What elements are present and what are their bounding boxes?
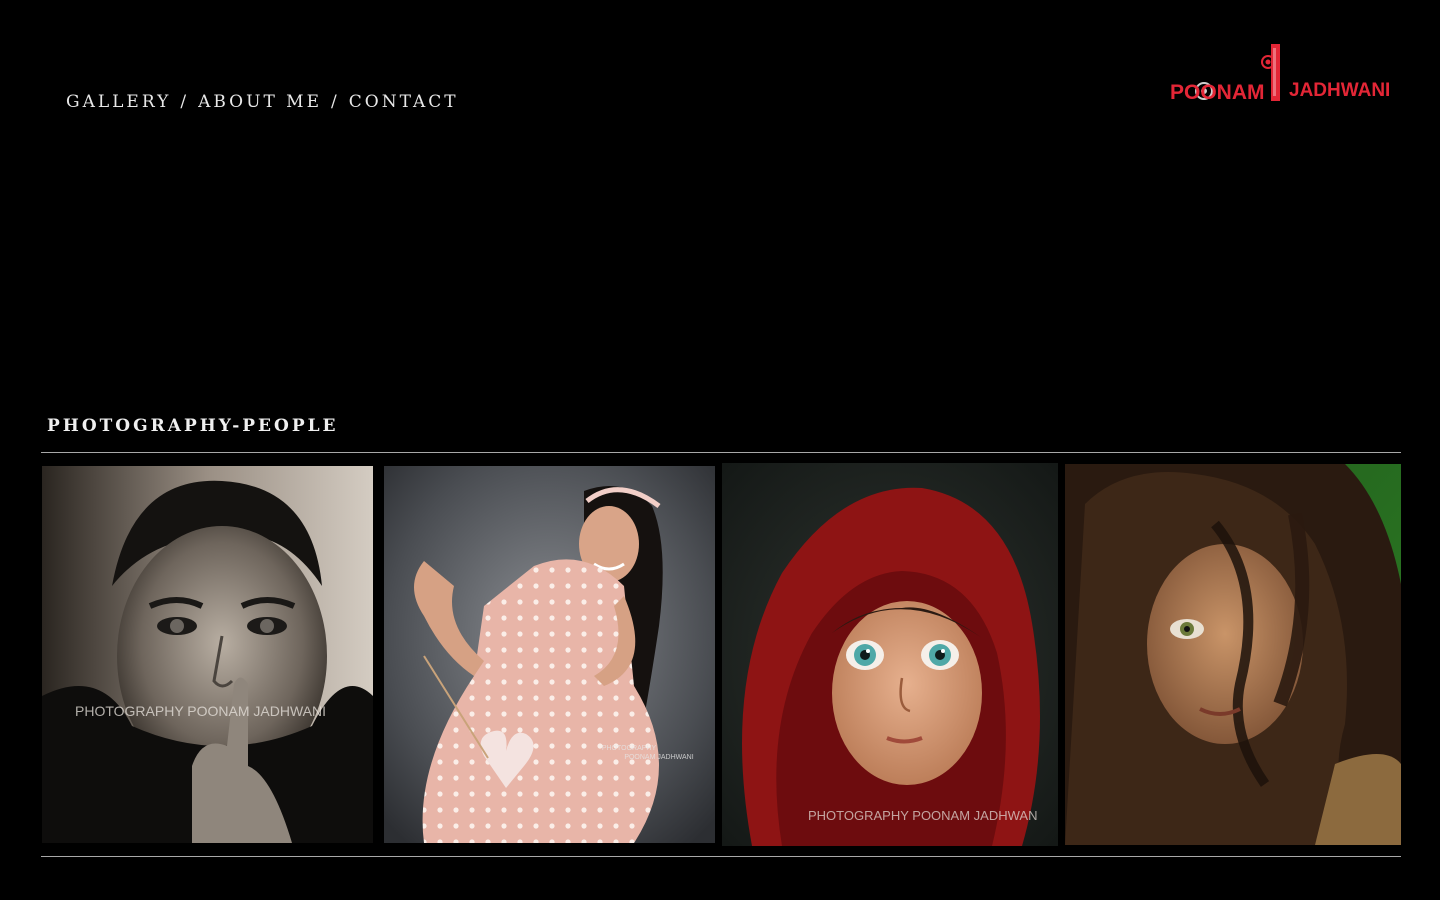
bottom-divider (41, 856, 1401, 857)
gallery-photo-3[interactable]: PHOTOGRAPHY POONAM JADHWAN (722, 463, 1058, 846)
logo-text-left: POONAM (1170, 81, 1265, 104)
watermark-1: PHOTOGRAPHY POONAM JADHWANI (75, 703, 326, 719)
gallery-photo-4[interactable] (1065, 464, 1401, 845)
watermark-2-line1: PHOTOGRAPHY (602, 745, 657, 752)
section-title: PHOTOGRAPHY-PEOPLE (47, 416, 339, 436)
logo-text-right: JADHWANI (1289, 80, 1390, 101)
nav-about-link[interactable]: ABOUT ME (198, 92, 322, 112)
nav-separator: / (331, 92, 340, 112)
gallery-photo-1[interactable]: PHOTOGRAPHY POONAM JADHWANI (42, 466, 373, 843)
site-logo[interactable]: POONAM JADHWANI (1170, 42, 1402, 104)
gallery-photo-2[interactable]: PHOTOGRAPHY POONAM JADHWANI (384, 466, 715, 843)
top-divider (41, 452, 1401, 453)
nav-separator: / (180, 92, 190, 112)
nav-gallery-link[interactable]: GALLERY (66, 92, 171, 112)
watermark-3: PHOTOGRAPHY POONAM JADHWAN (808, 808, 1037, 823)
page: GALLERY / ABOUT ME / CONTACT POONAM JADHWANI… (0, 0, 1440, 900)
watermark-2-line2: POONAM JADHWANI (624, 754, 693, 761)
nav-contact-link[interactable]: CONTACT (349, 92, 459, 112)
main-nav: GALLERY / ABOUT ME / CONTACT (66, 92, 459, 112)
